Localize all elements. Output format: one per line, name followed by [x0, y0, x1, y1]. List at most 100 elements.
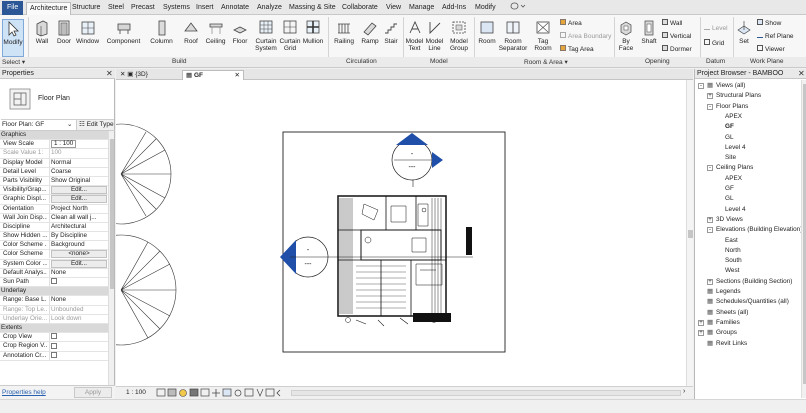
tab-collaborate[interactable]: Collaborate [342, 2, 378, 15]
level-button[interactable]: Level [704, 25, 728, 32]
edit-button[interactable]: Edit... [51, 186, 107, 195]
property-value[interactable]: Project North [49, 204, 107, 213]
show-button[interactable]: Show [757, 19, 781, 27]
property-section-header[interactable]: Graphics [0, 131, 108, 141]
property-edit-button[interactable]: <none> [49, 250, 107, 259]
browser-node[interactable]: Groups [716, 329, 737, 337]
property-value[interactable]: 100 [49, 149, 107, 158]
properties-scrollbar[interactable] [108, 131, 114, 385]
view-control-icons[interactable] [156, 388, 286, 398]
browser-node[interactable]: 3D Views [716, 216, 743, 224]
property-value[interactable]: Background [49, 241, 107, 250]
by-face-button[interactable]: By Face [618, 19, 634, 52]
ref-plane-button[interactable]: Ref Plane [757, 32, 794, 40]
scroll-right-icon[interactable]: › [683, 388, 685, 395]
property-checkbox[interactable] [51, 351, 57, 358]
property-checkbox-cell[interactable] [49, 342, 107, 351]
property-value[interactable]: Normal [49, 158, 107, 168]
window-button[interactable]: Window [75, 19, 100, 45]
area-boundary-button[interactable]: Area Boundary [560, 32, 611, 40]
tab-view[interactable]: View [386, 2, 401, 15]
tab-manage[interactable]: Manage [409, 2, 434, 15]
browser-node[interactable]: Schedules/Quantities (all) [716, 298, 789, 306]
browser-node[interactable]: Sections (Building Section) [716, 278, 792, 286]
properties-help-link[interactable]: Properties help [2, 389, 46, 396]
expand-icon[interactable]: + [707, 216, 713, 223]
drawing-horizontal-scrollbar[interactable] [291, 390, 681, 396]
edit-button[interactable]: Edit... [51, 259, 107, 268]
model-group-button[interactable]: Model Group [447, 19, 471, 52]
collapse-icon[interactable]: - [698, 83, 704, 89]
view-tab-gf[interactable]: ▦ GF ✕ [182, 70, 244, 80]
tab-annotate[interactable]: Annotate [221, 2, 249, 15]
project-browser-scrollbar[interactable] [801, 80, 806, 398]
ceiling-button[interactable]: Ceiling [204, 19, 227, 45]
browser-node[interactable]: West [725, 267, 739, 275]
vertical-opening-button[interactable]: Vertical [662, 32, 691, 40]
browser-node[interactable]: GF [725, 185, 734, 193]
browser-node[interactable]: Ceiling Plans [716, 164, 753, 172]
slab-element-black[interactable] [413, 313, 451, 322]
tab-precast[interactable]: Precast [131, 2, 155, 15]
close-icon[interactable]: ✕ [235, 71, 240, 80]
tab-add-ins[interactable]: Add-Ins [442, 2, 466, 15]
property-value-field[interactable]: 1 : 100 [49, 140, 107, 149]
tag-area-button[interactable]: Tag Area [560, 45, 594, 53]
room-button[interactable]: Room [477, 19, 497, 45]
tab-modify[interactable]: Modify [475, 2, 496, 15]
browser-node[interactable]: North [725, 247, 741, 255]
browser-node[interactable]: East [725, 237, 738, 245]
area-button[interactable]: Area [560, 19, 582, 27]
scrollbar-thumb[interactable] [688, 230, 693, 238]
browser-node[interactable]: Floor Plans [716, 103, 748, 111]
tab-analyze[interactable]: Analyze [257, 2, 282, 15]
viewer-button[interactable]: Viewer [757, 45, 785, 53]
browser-node[interactable]: Families [716, 319, 740, 327]
apply-button[interactable]: Apply [74, 387, 112, 398]
edit-type-button[interactable]: ☷ Edit Type [76, 120, 114, 130]
contextual-menu-icon[interactable] [510, 2, 526, 15]
property-value[interactable]: None [49, 268, 107, 278]
browser-node[interactable]: Sheets (all) [716, 309, 748, 317]
browser-node[interactable]: Views (all) [716, 82, 745, 90]
panel-select[interactable]: Select ▾ [2, 58, 25, 66]
edit-button[interactable]: Edit... [51, 195, 107, 204]
close-icon[interactable]: ✕ [120, 71, 125, 78]
tag-room-button[interactable]: Tag Room [531, 19, 555, 52]
shaft-button[interactable]: Shaft [640, 19, 658, 45]
edit-button[interactable]: <none> [51, 250, 107, 259]
browser-node[interactable]: APEX [725, 113, 742, 121]
close-icon[interactable]: ✕ [798, 69, 805, 78]
model-line-button[interactable]: Model Line [425, 19, 444, 52]
floor-button[interactable]: Floor [230, 19, 250, 45]
expand-icon[interactable]: + [698, 330, 704, 337]
floor-plan-view[interactable]: - --- - --- [116, 80, 686, 386]
curtain-system-button[interactable]: Curtain System [254, 19, 278, 52]
scrollbar-thumb[interactable] [110, 139, 114, 289]
expand-icon[interactable]: + [698, 319, 704, 326]
browser-node[interactable]: GL [725, 195, 734, 203]
dormer-opening-button[interactable]: Dormer [662, 45, 692, 53]
property-value[interactable]: Show Original [49, 176, 107, 186]
model-text-button[interactable]: Model Text [405, 19, 424, 52]
property-value[interactable]: By Discipline [49, 232, 107, 241]
tab-structure[interactable]: Structure [72, 2, 100, 15]
panel-room-area[interactable]: Room & Area ▾ [524, 58, 568, 66]
property-value[interactable]: Architectural [49, 222, 107, 232]
property-edit-button[interactable]: Edit... [49, 259, 107, 268]
modify-button[interactable]: Modify [2, 19, 24, 57]
curtain-grid-button[interactable]: Curtain Grid [279, 19, 301, 52]
tab-massing-site[interactable]: Massing & Site [289, 2, 336, 15]
column-button[interactable]: Column [148, 19, 175, 45]
view-scale-control[interactable]: 1 : 100 [126, 389, 146, 396]
property-value[interactable]: Clean all wall j... [49, 213, 107, 223]
property-checkbox[interactable] [51, 333, 57, 340]
collapse-icon[interactable]: - [707, 165, 713, 172]
browser-node[interactable]: Site [725, 154, 736, 162]
wall-opening-button[interactable]: Wall [662, 19, 682, 27]
browser-node[interactable]: Legends [716, 288, 741, 296]
drawing-vertical-scrollbar[interactable] [686, 80, 693, 386]
wall-element-black[interactable] [466, 227, 472, 255]
railing-button[interactable]: Railing [332, 19, 356, 45]
tab-file[interactable]: File [2, 1, 24, 15]
